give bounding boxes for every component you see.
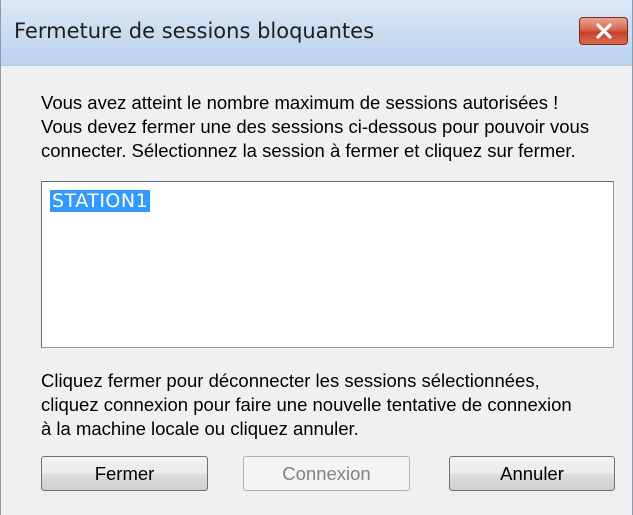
- warning-message: Vous avez atteint le nombre maximum de s…: [41, 91, 631, 163]
- message-line: Vous avez atteint le nombre maximum de s…: [41, 92, 559, 113]
- close-button[interactable]: [579, 17, 628, 45]
- title-bar[interactable]: Fermeture de sessions bloquantes: [1, 0, 632, 66]
- dialog-window: Fermeture de sessions bloquantes Vous av…: [0, 0, 633, 515]
- message-line: connecter. Sélectionnez la session à fer…: [41, 140, 576, 161]
- fermer-button[interactable]: Fermer: [41, 456, 208, 491]
- instruction-line: à la machine locale ou cliquez annuler.: [41, 418, 359, 439]
- close-x-icon: [595, 23, 612, 39]
- instruction-line: Cliquez fermer pour déconnecter les sess…: [41, 370, 540, 391]
- connexion-button[interactable]: Connexion: [243, 456, 410, 491]
- session-item-station1[interactable]: STATION1: [50, 190, 151, 212]
- sessions-listbox[interactable]: STATION1: [41, 181, 614, 348]
- instruction-line: cliquez connexion pour faire une nouvell…: [41, 394, 572, 415]
- instructions-text: Cliquez fermer pour déconnecter les sess…: [41, 369, 626, 441]
- window-title: Fermeture de sessions bloquantes: [14, 19, 375, 43]
- annuler-button[interactable]: Annuler: [449, 456, 615, 491]
- message-line: Vous devez fermer une des sessions ci-de…: [41, 116, 590, 137]
